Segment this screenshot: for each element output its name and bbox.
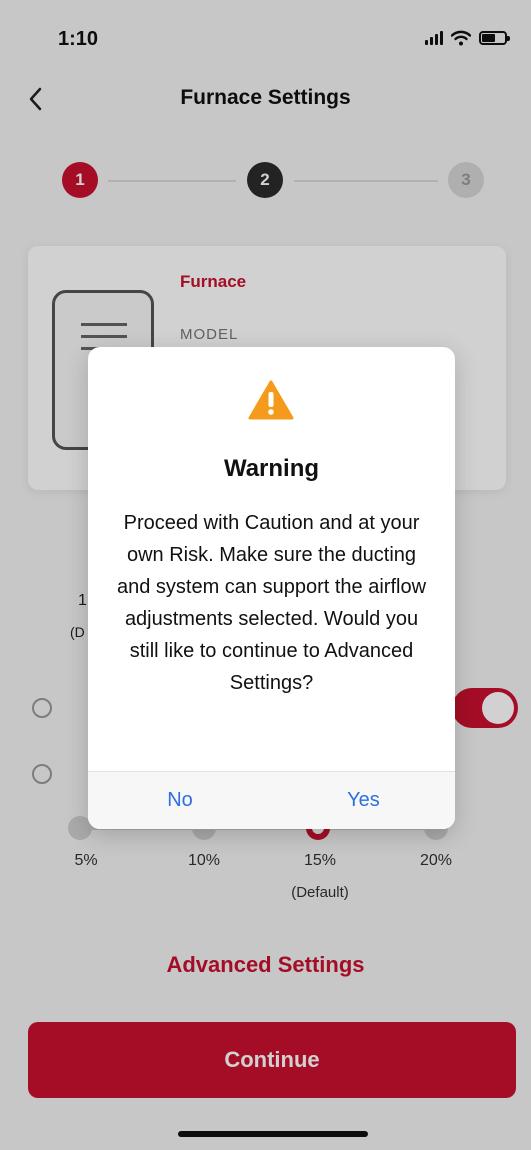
furnace-settings-screen: 1:10 Furnace Settings 1 2 3 Furnace MODE… xyxy=(0,0,531,1150)
warning-dialog: Warning Proceed with Caution and at your… xyxy=(88,347,455,829)
dialog-yes-button[interactable]: Yes xyxy=(272,772,455,829)
dialog-message: Proceed with Caution and at your own Ris… xyxy=(116,512,427,694)
warning-triangle-icon xyxy=(248,380,294,420)
dialog-title: Warning xyxy=(223,455,320,482)
dialog-no-button[interactable]: No xyxy=(88,772,272,829)
